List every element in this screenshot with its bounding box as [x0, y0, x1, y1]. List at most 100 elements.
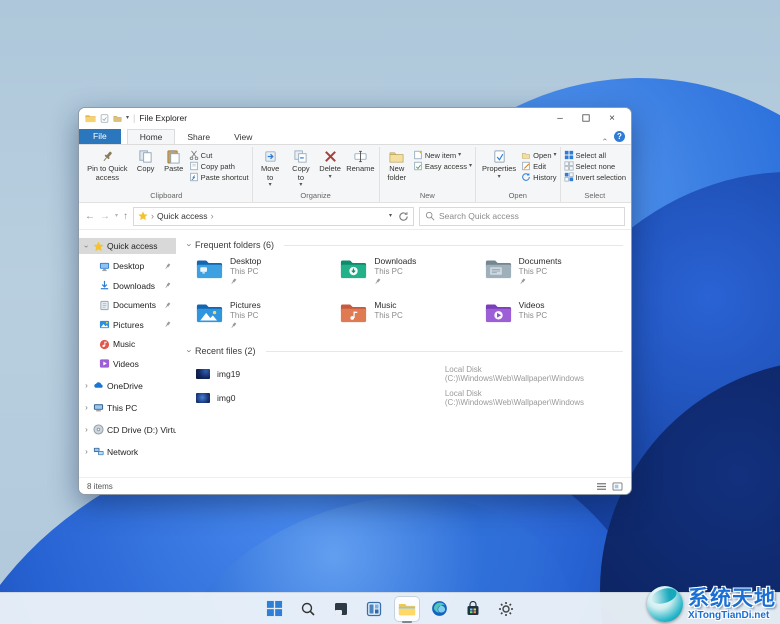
search-button[interactable]: [296, 597, 320, 621]
sidebar-item-label: Downloads: [113, 280, 156, 291]
delete-button[interactable]: Delete ▾: [317, 147, 343, 182]
folder-location: This PC: [518, 310, 548, 320]
new-item-button[interactable]: New item ▾: [413, 150, 472, 160]
history-label: History: [533, 172, 557, 182]
address-dropdown-icon[interactable]: ▾: [389, 213, 392, 219]
select-none-button[interactable]: Select none: [563, 161, 626, 171]
caret-icon: ▾: [328, 173, 332, 180]
folder-tile-documents[interactable]: Documents This PC: [485, 256, 623, 294]
new-folder-quick-icon[interactable]: [113, 114, 122, 123]
start-button[interactable]: [263, 597, 287, 621]
close-button[interactable]: ×: [599, 109, 625, 127]
folder-tile-desktop[interactable]: Desktop This PC: [196, 256, 334, 294]
ribbon-group-clipboard: Pin to Quick access Copy Paste Cut Copy …: [81, 147, 253, 202]
cut-button[interactable]: Cut: [189, 150, 249, 160]
rename-button[interactable]: Rename: [345, 147, 376, 176]
folder-location: This PC: [518, 266, 548, 276]
task-view-button[interactable]: [329, 597, 353, 621]
details-view-icon[interactable]: [596, 482, 607, 491]
address-bar[interactable]: › Quick access › ▾: [133, 206, 414, 226]
search-box[interactable]: [419, 206, 625, 226]
easy-access-button[interactable]: Easy access ▾: [413, 161, 472, 171]
watermark-title: 系统天地: [688, 586, 776, 610]
file-explorer-button[interactable]: [394, 596, 419, 623]
chevron-right-icon[interactable]: ›: [83, 403, 90, 412]
copy-path-button[interactable]: Copy path: [189, 161, 249, 171]
folder-location: This PC: [230, 266, 259, 276]
folder-tile-videos[interactable]: Videos This PC: [485, 300, 623, 338]
sidebar-item-onedrive[interactable]: › OneDrive: [79, 378, 176, 394]
settings-button[interactable]: [494, 597, 518, 621]
tab-file[interactable]: File: [79, 129, 121, 144]
folder-tile-pictures[interactable]: Pictures This PC: [196, 300, 334, 338]
maximize-button[interactable]: [573, 109, 599, 127]
sidebar-item-documents[interactable]: Documents: [79, 297, 176, 313]
sidebar-item-network[interactable]: › Network: [79, 444, 176, 460]
caret-icon: ▾: [299, 182, 303, 189]
invert-selection-button[interactable]: Invert selection: [563, 172, 626, 182]
open-button[interactable]: Open ▾: [521, 150, 557, 160]
folder-location: This PC: [230, 310, 259, 320]
folder-tile-music[interactable]: Music This PC: [340, 300, 478, 338]
tab-view[interactable]: View: [222, 130, 264, 144]
copy-button[interactable]: Copy: [133, 147, 159, 176]
recent-file-row[interactable]: img19 Local Disk (C:)\Windows\Web\Wallpa…: [196, 362, 623, 386]
help-icon[interactable]: ?: [614, 131, 625, 142]
new-item-label: New item: [424, 150, 457, 160]
chevron-right-icon[interactable]: ›: [83, 425, 90, 434]
sidebar-item-downloads[interactable]: Downloads: [79, 278, 176, 294]
tab-home[interactable]: Home: [126, 129, 176, 144]
copy-to-button[interactable]: Copy to ▾: [287, 147, 315, 190]
sidebar-item-this-pc[interactable]: › This PC: [79, 400, 176, 416]
recent-files-header[interactable]: › Recent files (2): [185, 346, 623, 356]
thumbnail-view-icon[interactable]: [612, 481, 623, 491]
select-all-button[interactable]: Select all: [564, 150, 626, 160]
group-label-open: Open: [508, 191, 527, 200]
folder-tile-downloads[interactable]: Downloads This PC: [340, 256, 478, 294]
qat-dropdown-icon[interactable]: ▾: [126, 115, 129, 121]
edge-button[interactable]: [428, 597, 452, 621]
edit-button[interactable]: Edit: [521, 161, 556, 171]
sidebar-item-quick-access[interactable]: › Quick access: [79, 238, 176, 254]
folder-icon: [85, 114, 96, 122]
recent-locations-icon[interactable]: ▾: [115, 213, 118, 219]
paste-icon: [167, 149, 180, 164]
sidebar-item-desktop[interactable]: Desktop: [79, 258, 176, 274]
pin-icon: [231, 278, 237, 284]
properties-quick-icon[interactable]: [100, 113, 109, 123]
properties-button[interactable]: Properties ▾: [479, 147, 519, 182]
easy-access-label: Easy access: [424, 161, 467, 171]
paste-shortcut-icon: [189, 172, 198, 182]
frequent-folders-header[interactable]: › Frequent folders (6): [185, 240, 623, 250]
recent-files-list: img19 Local Disk (C:)\Windows\Web\Wallpa…: [188, 362, 623, 410]
breadcrumb[interactable]: Quick access: [157, 211, 208, 221]
sidebar-item-cd-drive[interactable]: › CD Drive (D:) Virtuall: [79, 422, 176, 438]
paste-shortcut-button[interactable]: Paste shortcut: [189, 172, 249, 182]
minimize-button[interactable]: –: [547, 109, 573, 127]
titlebar[interactable]: ▾ | File Explorer – ×: [79, 108, 631, 128]
chevron-down-icon[interactable]: ›: [82, 243, 91, 250]
chevron-right-icon[interactable]: ›: [83, 447, 90, 456]
refresh-icon[interactable]: [398, 211, 409, 222]
forward-button[interactable]: →: [100, 211, 110, 222]
store-button[interactable]: [461, 597, 485, 621]
recent-file-row[interactable]: img0 Local Disk (C:)\Windows\Web\Wallpap…: [196, 386, 623, 410]
history-button[interactable]: History: [521, 172, 557, 182]
back-button[interactable]: ←: [85, 211, 95, 222]
tab-share[interactable]: Share: [175, 130, 222, 144]
sidebar-item-videos[interactable]: Videos: [79, 356, 176, 372]
widgets-button[interactable]: [362, 597, 386, 621]
up-button[interactable]: ↑: [123, 211, 128, 222]
sidebar-item-music[interactable]: Music: [79, 336, 176, 352]
paste-button[interactable]: Paste: [161, 147, 187, 176]
pin-icon: [375, 278, 381, 284]
folder-location: This PC: [374, 266, 403, 276]
sidebar-item-pictures[interactable]: Pictures: [79, 317, 176, 333]
search-input[interactable]: [439, 211, 619, 221]
minimize-ribbon-icon[interactable]: ›: [600, 138, 609, 141]
chevron-right-icon[interactable]: ›: [83, 381, 90, 390]
move-to-button[interactable]: Move to ▾: [256, 147, 285, 190]
pin-to-quick-access-button[interactable]: Pin to Quick access: [84, 147, 131, 184]
new-folder-button[interactable]: New folder: [383, 147, 411, 184]
move-to-icon: [265, 151, 276, 162]
